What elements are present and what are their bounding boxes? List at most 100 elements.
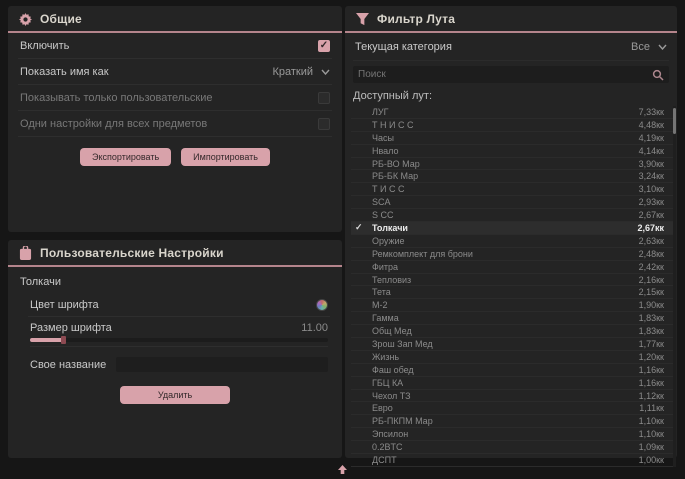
slider-handle[interactable]	[61, 336, 66, 344]
loot-item-value: 1,11кк	[639, 403, 664, 413]
loot-item-value: 1,12кк	[639, 391, 664, 401]
setting-row-enable: Включить ✓	[18, 33, 332, 59]
color-wheel-icon[interactable]	[316, 299, 328, 311]
font-size-value: 11.00	[301, 322, 328, 334]
loot-row[interactable]: ГБЦ КА 1,16кк	[351, 377, 676, 390]
loot-item-name: Фаш обед	[372, 365, 414, 375]
loot-item-name: Оружие	[372, 236, 405, 246]
loot-row[interactable]: РБ-БК Мар 3,24кк	[351, 170, 676, 183]
loot-item-name: ДСПТ	[372, 455, 397, 465]
loot-row[interactable]: ✓ Толкачи 2,67кк	[351, 222, 676, 235]
loot-item-name: SCA	[372, 197, 391, 207]
custom-settings-panel: Пользовательские Настройки Толкачи Цвет …	[8, 240, 342, 458]
loot-row[interactable]: SCA 2,93кк	[351, 196, 676, 209]
font-size-row: Размер шрифта 11.00	[28, 317, 330, 336]
loot-item-value: 1,83кк	[639, 313, 664, 323]
custom-name-input[interactable]	[116, 357, 328, 372]
loot-row[interactable]: Эпсилон 1,10кк	[351, 428, 676, 441]
loot-item-name: Т Н И С С	[372, 120, 413, 130]
loot-row[interactable]: Фитра 2,42кк	[351, 261, 676, 274]
loot-row[interactable]: Оружие 2,63кк	[351, 235, 676, 248]
loot-item-value: 2,48кк	[639, 249, 664, 259]
loot-item-value: 3,90кк	[639, 159, 664, 169]
loot-row[interactable]: Фаш обед 1,16кк	[351, 364, 676, 377]
only-custom-label: Показывать только пользовательские	[20, 92, 213, 104]
custom-name-label: Свое название	[30, 359, 106, 371]
loot-item-name: S СС	[372, 210, 394, 220]
loot-row[interactable]: Общ Мед 1,83кк	[351, 325, 676, 338]
backpack-icon	[18, 246, 32, 260]
import-button[interactable]: Импортировать	[181, 148, 270, 166]
loot-item-value: 4,14кк	[639, 146, 664, 156]
up-arrow-icon[interactable]	[337, 461, 348, 479]
loot-row[interactable]: Часы 4,19кк	[351, 132, 676, 145]
enable-checkbox[interactable]: ✓	[318, 40, 330, 52]
setting-row-name-mode: Показать имя как Краткий	[18, 59, 332, 85]
delete-row: Удалить	[20, 374, 330, 404]
gear-icon	[18, 12, 32, 26]
loot-row[interactable]: М-2 1,90кк	[351, 299, 676, 312]
loot-row[interactable]: Т И С С 3,10кк	[351, 183, 676, 196]
loot-item-name: РБ-ПКПМ Мар	[372, 416, 433, 426]
name-mode-select[interactable]: Краткий	[272, 66, 330, 78]
export-button[interactable]: Экспортировать	[80, 148, 171, 166]
loot-row[interactable]: Гамма 1,83кк	[351, 312, 676, 325]
loot-row[interactable]: Зрош Зап Мед 1,77кк	[351, 338, 676, 351]
loot-item-value: 2,67кк	[637, 223, 664, 233]
loot-row[interactable]: Чехол ТЗ 1,12кк	[351, 390, 676, 403]
loot-row[interactable]: РБ-ПКПМ Мар 1,10кк	[351, 415, 676, 428]
loot-item-name: ГБЦ КА	[372, 378, 403, 388]
loot-item-value: 2,16кк	[639, 275, 664, 285]
loot-row[interactable]: ЛУГ 7,33кк	[351, 106, 676, 119]
loot-row[interactable]: Нвало 4,14кк	[351, 145, 676, 158]
loot-item-value: 1,16кк	[639, 365, 664, 375]
list-scrollbar-track[interactable]	[673, 106, 676, 467]
loot-item-value: 3,24кк	[639, 171, 664, 181]
loot-row[interactable]: S СС 2,67кк	[351, 209, 676, 222]
list-scrollbar-handle[interactable]	[673, 108, 676, 134]
loot-item-name: ЛУГ	[372, 107, 389, 117]
loot-row[interactable]: Тета 2,15кк	[351, 286, 676, 299]
loot-item-value: 1,83кк	[639, 326, 664, 336]
search-input[interactable]	[358, 69, 652, 80]
loot-item-name: Эпсилон	[372, 429, 408, 439]
category-select[interactable]: Все	[631, 41, 667, 53]
loot-item-name: Чехол ТЗ	[372, 391, 411, 401]
loot-item-value: 2,93кк	[639, 197, 664, 207]
check-icon: ✓	[320, 41, 328, 51]
custom-settings-title: Пользовательские Настройки	[40, 246, 224, 260]
export-import-row: Экспортировать Импортировать	[8, 137, 342, 166]
font-size-slider[interactable]	[30, 336, 328, 347]
only-custom-checkbox[interactable]	[318, 92, 330, 104]
loot-item-name: Зрош Зап Мед	[372, 339, 433, 349]
loot-item-value: 2,15кк	[639, 287, 664, 297]
custom-settings-header: Пользовательские Настройки	[8, 240, 342, 267]
loot-row[interactable]: 0.2BTC 1,09кк	[351, 441, 676, 454]
loot-row[interactable]: Жизнь 1,20кк	[351, 351, 676, 364]
loot-item-value: 1,10кк	[639, 429, 664, 439]
loot-item-value: 1,20кк	[639, 352, 664, 362]
loot-item-value: 1,16кк	[639, 378, 664, 388]
loot-row[interactable]: Евро 1,11кк	[351, 402, 676, 415]
loot-item-name: Т И С С	[372, 184, 404, 194]
loot-row[interactable]: Ремкомплект для брони 2,48кк	[351, 248, 676, 261]
same-settings-checkbox[interactable]	[318, 118, 330, 130]
loot-row[interactable]: РБ-ВО Мар 3,90кк	[351, 158, 676, 171]
general-panel: Общие Включить ✓ Показать имя как Кратки…	[8, 6, 342, 232]
loot-item-value: 1,00кк	[639, 455, 664, 465]
loot-item-name: Фитра	[372, 262, 398, 272]
loot-row[interactable]: ДСПТ 1,00кк	[351, 454, 676, 467]
search-icon[interactable]	[652, 69, 664, 81]
loot-row[interactable]: Тепловиз 2,16кк	[351, 274, 676, 287]
delete-button[interactable]: Удалить	[120, 386, 230, 404]
setting-row-only-custom: Показывать только пользовательские	[18, 85, 332, 111]
loot-filter-title: Фильтр Лута	[377, 12, 455, 26]
available-loot-label: Доступный лут:	[345, 83, 677, 106]
search-box	[353, 66, 669, 83]
loot-item-name: Часы	[372, 133, 394, 143]
loot-row[interactable]: Т Н И С С 4,48кк	[351, 119, 676, 132]
same-settings-label: Одни настройки для всех предметов	[20, 118, 207, 130]
font-size-label: Размер шрифта	[30, 322, 112, 334]
loot-item-name: 0.2BTC	[372, 442, 403, 452]
general-panel-header: Общие	[8, 6, 342, 33]
